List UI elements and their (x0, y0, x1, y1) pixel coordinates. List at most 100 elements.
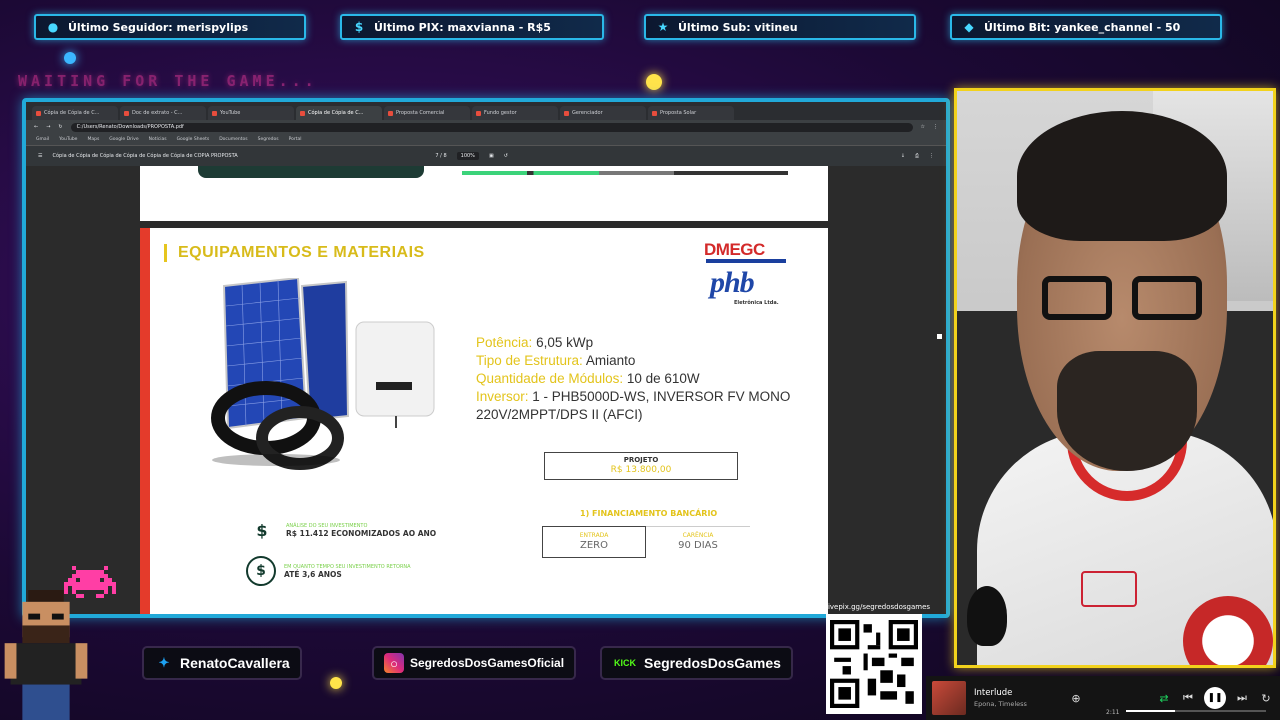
instagram-handle[interactable]: ○ SegredosDosGamesOficial (374, 648, 575, 678)
bookmark[interactable]: YouTube (59, 137, 77, 142)
next-icon[interactable]: ⏭ (1234, 691, 1250, 705)
spec-list: Potência: 6,05 kWp Tipo de Estrutura: Am… (476, 334, 816, 424)
webcam-glasses (1042, 276, 1202, 326)
alerts-bar: ● Último Seguidor: merispylips $ Último … (0, 0, 1280, 50)
prev-page-strip (462, 171, 788, 175)
repeat-icon[interactable]: ↻ (1258, 692, 1274, 705)
browser-tab[interactable]: Cópia de Cópia de C... (32, 106, 118, 120)
pdf-viewer[interactable]: EQUIPAMENTOS E MATERIAIS DMEGC phb Eletr… (26, 166, 946, 614)
previous-icon[interactable]: ⏮ (1180, 691, 1196, 705)
alert-bit-text: Último Bit: yankee_channel - 50 (984, 20, 1181, 34)
metric-payback-label: EM QUANTO TEMPO SEU INVESTIMENTO RETORNA (284, 563, 411, 570)
progress-bar[interactable] (1126, 710, 1266, 712)
song-title: Interlude (974, 688, 1013, 698)
forward-icon[interactable]: → (46, 124, 50, 130)
bookmark[interactable]: Notícias (149, 137, 167, 142)
pdf-toolbar: ☰ Cópia de Cópia de Cópia de Cópia de Có… (26, 146, 946, 166)
pdf-title: Cópia de Cópia de Cópia de Cópia de Cópi… (52, 153, 238, 159)
back-icon[interactable]: ← (34, 124, 38, 130)
bookmark[interactable]: Maps (87, 137, 99, 142)
waiting-text: WAITING FOR THE GAME... (18, 72, 318, 90)
dmegc-logo-bar (706, 259, 786, 263)
hamburger-icon[interactable]: ☰ (38, 153, 42, 159)
url-input[interactable]: C:/Users/Renato/Downloads/PROPOSTA.pdf (70, 122, 913, 132)
alert-follower-text: Último Seguidor: merispylips (68, 20, 249, 34)
address-bar: ← → ↻ C:/Users/Renato/Downloads/PROPOSTA… (26, 120, 946, 134)
grace-cell: CARÊNCIA 90 DIAS (646, 526, 750, 558)
reload-icon[interactable]: ↻ (58, 124, 62, 130)
decor-dot (330, 677, 342, 689)
add-icon[interactable]: ⊕ (1068, 692, 1084, 705)
pixel-streamer-avatar (4, 590, 88, 720)
twitter-handle[interactable]: ✦ RenatoCavallera (144, 648, 300, 678)
qr-code[interactable] (826, 614, 922, 714)
menu-icon[interactable]: ⋮ (933, 124, 938, 130)
finance-title: 1) FINANCIAMENTO BANCÁRIO (580, 509, 718, 518)
music-player: Interlude Epona, Timeless ⊕ ⇄ ⏮ ❚❚ ⏭ ↻ 2… (926, 676, 1280, 720)
twitter-name: RenatoCavallera (180, 655, 290, 671)
spec-inverter: Inversor: 1 - PHB5000D-WS, INVERSOR FV M… (476, 389, 791, 422)
webcam-hair (1017, 111, 1227, 241)
phb-logo-subtitle: Eletrônica Ltda. (734, 300, 779, 306)
bookmark[interactable]: Google Sheets (177, 137, 210, 142)
bookmark[interactable]: Documentos (219, 137, 247, 142)
metric-payback: $ EM QUANTO TEMPO SEU INVESTIMENTO RETOR… (246, 556, 411, 586)
project-box: PROJETO R$ 13.800,00 (544, 452, 738, 480)
savings-icon: $ (256, 520, 268, 540)
more-icon[interactable]: ⋮ (929, 153, 934, 159)
star-icon[interactable]: ☆ (921, 124, 925, 130)
album-art (932, 681, 966, 715)
spec-structure: Tipo de Estrutura: Amianto (476, 353, 636, 368)
webcam-beard (1057, 351, 1197, 471)
qr-code-image (830, 620, 918, 708)
alert-sub-text: Último Sub: vitineu (678, 20, 798, 34)
browser-tab[interactable]: Fundo gestor (472, 106, 558, 120)
bookmark[interactable]: Google Drive (109, 137, 138, 142)
fit-icon[interactable]: ▣ (489, 153, 494, 159)
phb-logo: phb (710, 266, 755, 299)
bookmark[interactable]: Portal (289, 137, 302, 142)
screen-share: Cópia de Cópia de C... Doc de extrato - … (22, 98, 950, 618)
spec-power: Potência: 6,05 kWp (476, 335, 594, 350)
browser-tab[interactable]: Cópia de Cópia de C... (296, 106, 382, 120)
download-icon[interactable]: ↓ (901, 153, 905, 159)
print-icon[interactable]: ⎙ (915, 153, 919, 159)
rotate-icon[interactable]: ↺ (504, 153, 508, 159)
bookmark[interactable]: Segredos (258, 137, 279, 142)
favicon-icon (388, 110, 393, 116)
browser-tab[interactable]: Gerenciador (560, 106, 646, 120)
shirt-logo (1081, 571, 1137, 607)
browser-tab[interactable]: Doc de extrato - C... (120, 106, 206, 120)
bookmark[interactable]: Gmail (36, 137, 49, 142)
prev-page-shape (198, 166, 424, 178)
favicon-icon (652, 110, 657, 116)
solar-panel-image (222, 278, 350, 430)
bookmarks-bar: Gmail YouTube Maps Google Drive Notícias… (26, 134, 946, 146)
page-indicator[interactable]: 7 / 8 (435, 153, 446, 159)
kick-icon: KICK (614, 658, 636, 668)
project-label: PROJETO (623, 456, 659, 464)
metric-payback-value: ATÉ 3,6 ANOS (284, 569, 342, 579)
scrollbar-thumb[interactable] (937, 334, 942, 339)
alert-follower: ● Último Seguidor: merispylips (34, 14, 306, 40)
money-clock-icon: $ (246, 556, 276, 586)
pdf-page: EQUIPAMENTOS E MATERIAIS DMEGC phb Eletr… (140, 228, 828, 614)
qr-label: livepix.gg/segredosdosgames (826, 603, 931, 611)
alert-sub: ★ Último Sub: vitineu (644, 14, 916, 40)
heading-accent (164, 244, 167, 262)
pause-button[interactable]: ❚❚ (1204, 687, 1226, 709)
zoom-level[interactable]: 100% (456, 152, 479, 160)
shuffle-icon[interactable]: ⇄ (1156, 692, 1172, 705)
browser-tab[interactable]: YouTube (208, 106, 294, 120)
user-icon: ● (47, 20, 59, 34)
browser-tab[interactable]: Proposta Solar (648, 106, 734, 120)
alert-pix-text: Último PIX: maxvianna - R$5 (374, 20, 551, 34)
browser-tab[interactable]: Proposta Comercial (384, 106, 470, 120)
track-meta: Interlude Epona, Timeless (974, 688, 1060, 708)
kick-handle[interactable]: KICK SegredosDosGames (602, 648, 791, 678)
equipment-illustration (211, 278, 435, 470)
dmegc-logo: DMEGC (704, 240, 765, 259)
track-time: 2:11 (1106, 709, 1120, 716)
kick-name: SegredosDosGames (644, 655, 781, 671)
entry-value: ZERO (580, 540, 608, 551)
